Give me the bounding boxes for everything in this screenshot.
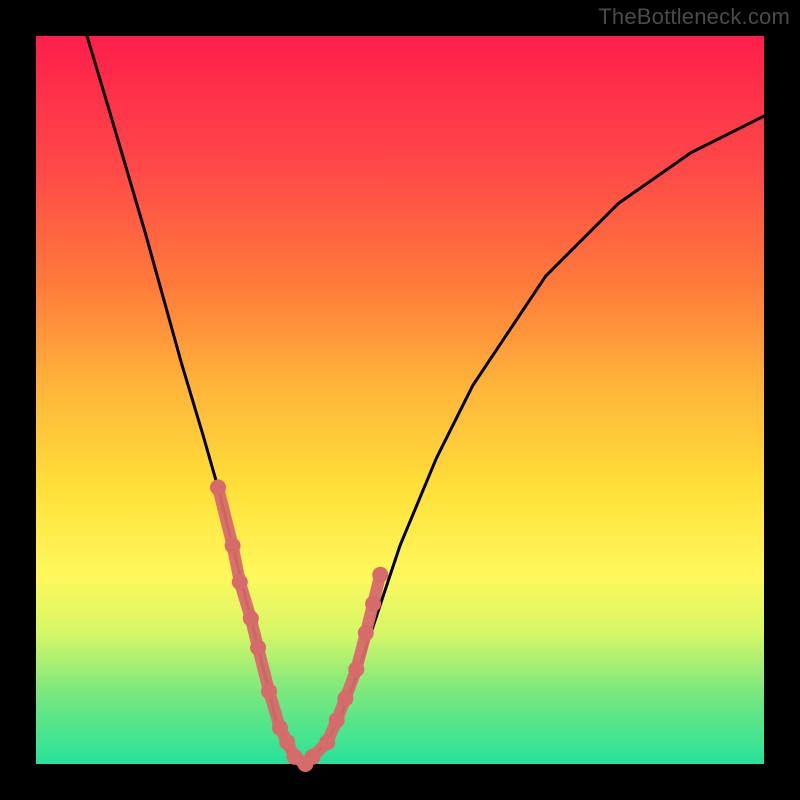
marker-dot	[337, 691, 353, 707]
bottleneck-curve	[87, 36, 764, 764]
marker-dot	[358, 625, 374, 641]
curve-svg	[36, 36, 764, 764]
marker-cluster	[210, 479, 388, 772]
curve-line	[87, 36, 764, 764]
marker-dot	[243, 610, 259, 626]
marker-dot	[250, 640, 266, 656]
marker-dot	[372, 567, 388, 583]
marker-dot	[232, 574, 248, 590]
chart-frame: TheBottleneck.com	[0, 0, 800, 800]
marker-dot	[348, 661, 364, 677]
marker-dot	[272, 720, 288, 736]
plot-area	[36, 36, 764, 764]
marker-dot	[210, 479, 226, 495]
watermark-text: TheBottleneck.com	[598, 4, 790, 30]
marker-dot	[305, 749, 321, 765]
marker-dot	[365, 596, 381, 612]
marker-dot	[279, 734, 295, 750]
marker-dot	[319, 734, 335, 750]
marker-underlay	[218, 487, 380, 764]
marker-dot	[261, 683, 277, 699]
marker-dot	[329, 712, 345, 728]
marker-dot	[225, 538, 241, 554]
